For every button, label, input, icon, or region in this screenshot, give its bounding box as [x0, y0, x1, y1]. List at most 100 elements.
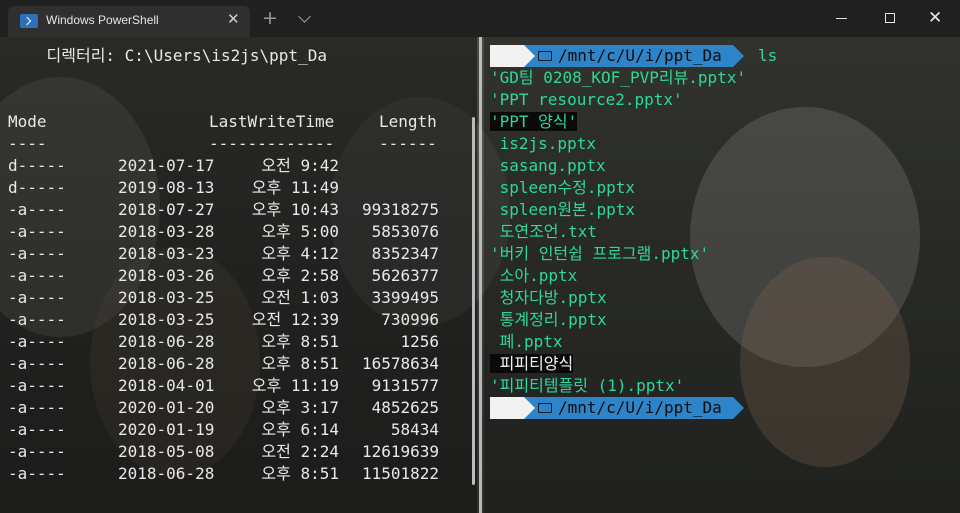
entry-time: 오후 4:12 — [261, 244, 339, 263]
header-underline-row: ---- ------------- ------ — [8, 133, 468, 155]
entry-length: 58434 — [390, 420, 439, 439]
entry-mode: -a---- — [8, 244, 66, 263]
ls-entry-name: 'PPT 양식' — [490, 112, 578, 131]
entry-length: 3399495 — [371, 288, 439, 307]
entry-date: 2018-07-27 — [118, 200, 215, 219]
listing-row: -a---- 2018-03-26 오후 2:58 5626377 — [8, 265, 468, 287]
entry-length: 5626377 — [371, 266, 439, 285]
underline-time: ------------- — [209, 134, 335, 153]
entry-time: 오후 6:14 — [261, 420, 339, 439]
listing-row: -a---- 2018-07-27 오후 10:43 99318275 — [8, 199, 468, 221]
entry-length: 12619639 — [361, 442, 439, 461]
listing-row: -a---- 2018-06-28 오후 8:51 1256 — [8, 331, 468, 353]
entry-date: 2020-01-19 — [118, 420, 215, 439]
entry-length: 11501822 — [361, 464, 439, 483]
entry-mode: d----- — [8, 178, 66, 197]
entry-time: 오전 12:39 — [251, 310, 339, 329]
entry-length: 9131577 — [371, 376, 439, 395]
entry-date: 2018-06-28 — [118, 332, 215, 351]
entry-mode: -a---- — [8, 332, 66, 351]
ls-entry: spleen원본.pptx — [490, 199, 635, 221]
pane-divider[interactable] — [479, 37, 482, 513]
listing-row: -a---- 2018-06-28 오후 8:51 16578634 — [8, 353, 468, 375]
prompt-separator-end — [733, 45, 744, 67]
entry-mode: -a---- — [8, 376, 66, 395]
left-terminal-pane[interactable]: 디렉터리: C:\Users\is2js\ppt_Da Mode LastWri… — [0, 37, 477, 513]
listing-row: -a---- 2018-06-28 오후 8:51 11501822 — [8, 463, 468, 485]
ls-entry-name: sasang.pptx — [490, 156, 606, 175]
listing-row: -a---- 2020-01-20 오후 3:17 4852625 — [8, 397, 468, 419]
entry-mode: -a---- — [8, 420, 66, 439]
ls-entry: 'GD팀 0208_KOF_PVP리뷰.pptx' — [490, 67, 746, 89]
ls-entry-name: is2js.pptx — [490, 134, 596, 153]
entry-date: 2019-08-13 — [118, 178, 215, 197]
tab-title: Windows PowerShell — [46, 13, 159, 27]
entry-mode: -a---- — [8, 222, 66, 241]
underline-length: ------ — [379, 134, 437, 153]
prompt-separator — [524, 45, 535, 67]
ls-entry-name: '버키 인턴쉽 프로그램.pptx' — [490, 244, 710, 263]
entry-date: 2018-06-28 — [118, 354, 215, 373]
listing-row: -a---- 2018-04-01 오후 11:19 9131577 — [8, 375, 468, 397]
folder-icon — [538, 51, 552, 61]
entry-time: 오후 10:43 — [251, 200, 339, 219]
entry-length: 8352347 — [371, 244, 439, 263]
close-icon[interactable]: ✕ — [227, 10, 240, 28]
listing-row: d----- 2021-07-17 오전 9:42 — [8, 155, 468, 177]
entry-length: 4852625 — [371, 398, 439, 417]
penguin-icon — [490, 397, 524, 419]
prompt-separator-end — [733, 397, 744, 419]
entry-date: 2018-03-25 — [118, 288, 215, 307]
entry-length: 730996 — [381, 310, 439, 329]
entry-length: 1256 — [400, 332, 439, 351]
ls-entry: 피피티양식 — [490, 353, 574, 375]
entry-time: 오후 11:49 — [251, 178, 339, 197]
powershell-icon — [20, 14, 38, 28]
chevron-down-icon[interactable] — [298, 10, 311, 23]
maximize-icon[interactable] — [885, 13, 895, 23]
entry-date: 2018-05-08 — [118, 442, 215, 461]
penguin-icon — [490, 45, 524, 67]
listing-row: -a---- 2018-03-28 오후 5:00 5853076 — [8, 221, 468, 243]
ls-entry-name: 폐.pptx — [490, 332, 563, 351]
entry-time: 오후 11:19 — [251, 376, 339, 395]
entry-time: 오전 2:24 — [261, 442, 339, 461]
listing-row: -a---- 2018-05-08 오전 2:24 12619639 — [8, 441, 468, 463]
ls-entry: is2js.pptx — [490, 133, 596, 155]
listing-row: d----- 2019-08-13 오후 11:49 — [8, 177, 468, 199]
ls-entry: 'PPT resource2.pptx' — [490, 89, 683, 111]
prompt-command: ls — [758, 46, 778, 65]
entry-time: 오전 9:42 — [261, 156, 339, 175]
ls-entry: spleen수정.pptx — [490, 177, 635, 199]
plus-icon[interactable]: + — [262, 7, 278, 29]
entry-date: 2018-03-26 — [118, 266, 215, 285]
entry-time: 오후 5:00 — [261, 222, 339, 241]
entry-date: 2018-03-28 — [118, 222, 215, 241]
entry-date: 2021-07-17 — [118, 156, 215, 175]
ls-entry-name: 소아.pptx — [490, 266, 578, 285]
tab-windows-powershell[interactable]: Windows PowerShell ✕ — [8, 6, 250, 37]
entry-date: 2018-04-01 — [118, 376, 215, 395]
scrollbar[interactable] — [472, 117, 475, 485]
ls-entry: 통계정리.pptx — [490, 309, 607, 331]
ls-entry-name: 도연조언.txt — [490, 222, 598, 241]
ls-entry: 폐.pptx — [490, 331, 563, 353]
right-terminal-pane[interactable]: /mnt/c/U/i/ppt_Da ls 'GD팀 0208_KOF_PVP리뷰… — [484, 37, 960, 513]
listing-row: -a---- 2018-03-23 오후 4:12 8352347 — [8, 243, 468, 265]
minimize-icon[interactable] — [836, 18, 847, 19]
listing-row: -a---- 2018-03-25 오전 12:39 730996 — [8, 309, 468, 331]
entry-mode: -a---- — [8, 310, 66, 329]
ls-entry-name: 피피티양식 — [490, 354, 574, 373]
entry-mode: -a---- — [8, 354, 66, 373]
entry-mode: -a---- — [8, 266, 66, 285]
entry-time: 오후 8:51 — [261, 332, 339, 351]
ls-entry: 소아.pptx — [490, 265, 578, 287]
ls-entry-name: spleen수정.pptx — [490, 178, 636, 197]
header-lastwritetime: LastWriteTime — [209, 112, 335, 131]
header-row: Mode LastWriteTime Length — [8, 111, 468, 133]
listing-row: -a---- 2018-03-25 오전 1:03 3399495 — [8, 287, 468, 309]
ls-entry: '버키 인턴쉽 프로그램.pptx' — [490, 243, 709, 265]
window-close-icon[interactable]: ✕ — [928, 8, 942, 28]
ls-entry: 청자다방.pptx — [490, 287, 607, 309]
entry-mode: -a---- — [8, 288, 66, 307]
